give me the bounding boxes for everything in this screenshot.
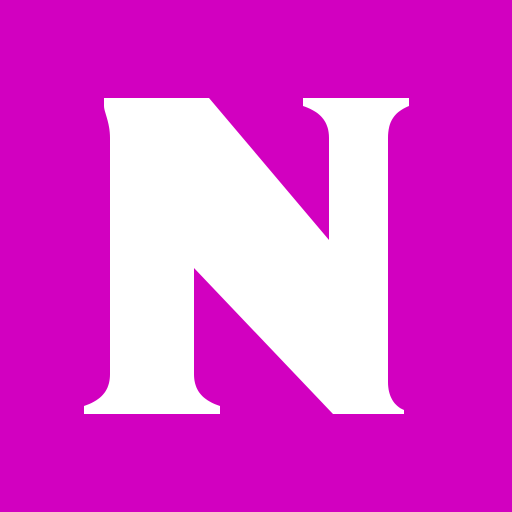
n-logo-icon xyxy=(0,0,512,512)
app-icon-tile xyxy=(0,0,512,512)
